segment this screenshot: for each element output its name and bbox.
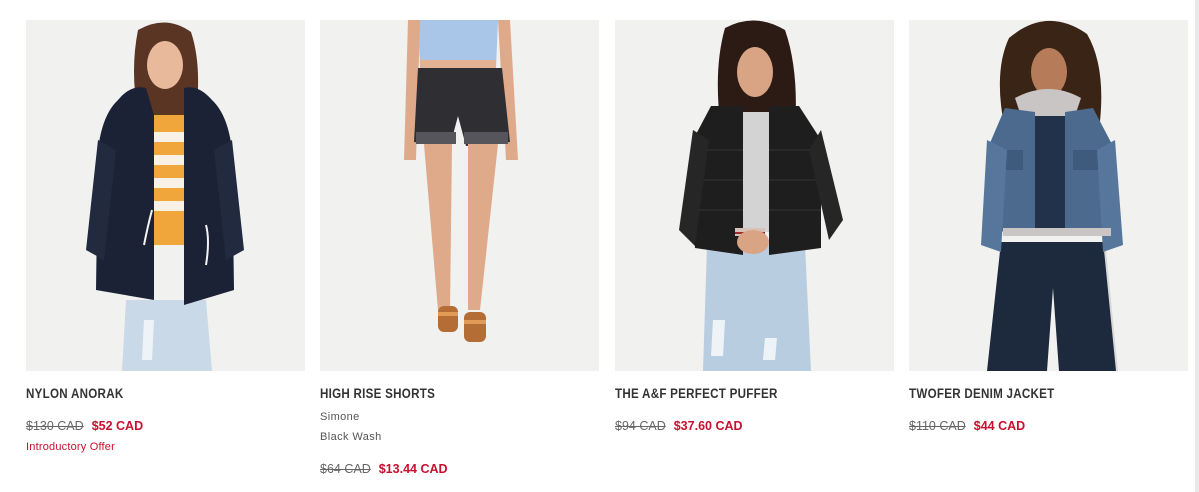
product-card-perfect-puffer[interactable]: THE A&F PERFECT PUFFER $94 CAD $37.60 CAD xyxy=(615,20,894,434)
product-grid: NYLON ANORAK $130 CAD $52 CAD Introductor… xyxy=(26,20,1188,492)
original-price: $110 CAD xyxy=(909,419,966,433)
color-name: Black Wash xyxy=(320,431,382,443)
sale-price: $37.60 CAD xyxy=(673,419,743,433)
price-row: $94 CAD $37.60 CAD xyxy=(615,418,894,434)
model-shorts-photo xyxy=(320,20,599,371)
product-image[interactable] xyxy=(615,20,894,371)
original-price: $64 CAD xyxy=(320,462,371,476)
sale-price: $44 CAD xyxy=(973,419,1026,433)
product-card-twofer-denim-jacket[interactable]: TWOFER DENIM JACKET $110 CAD $44 CAD xyxy=(909,20,1188,434)
product-image[interactable] xyxy=(26,20,305,371)
product-name[interactable]: THE A&F PERFECT PUFFER xyxy=(615,386,855,402)
product-name[interactable]: HIGH RISE SHORTS xyxy=(320,386,560,402)
fit-name: Simone xyxy=(320,411,360,423)
model-anorak-photo xyxy=(26,20,305,371)
model-denim-photo xyxy=(909,20,1188,371)
sale-price: $52 CAD xyxy=(91,419,144,433)
product-name[interactable]: NYLON ANORAK xyxy=(26,386,266,402)
model-puffer-photo xyxy=(615,20,894,371)
sale-price: $13.44 CAD xyxy=(378,462,448,476)
price-row: $64 CAD $13.44 CAD xyxy=(320,461,599,477)
price-row: $130 CAD $52 CAD xyxy=(26,418,305,434)
product-card-nylon-anorak[interactable]: NYLON ANORAK $130 CAD $52 CAD Introductor… xyxy=(26,20,305,454)
product-card-high-rise-shorts[interactable]: HIGH RISE SHORTS Simone Black Wash $64 C… xyxy=(320,20,599,477)
original-price: $130 CAD xyxy=(26,419,84,433)
product-name[interactable]: TWOFER DENIM JACKET xyxy=(909,386,1149,402)
price-row: $110 CAD $44 CAD xyxy=(909,418,1188,434)
promo-label: Introductory Offer xyxy=(26,441,115,453)
original-price: $94 CAD xyxy=(615,419,666,433)
product-image[interactable] xyxy=(320,20,599,371)
product-image[interactable] xyxy=(909,20,1188,371)
page-scroll-edge xyxy=(1195,0,1199,492)
